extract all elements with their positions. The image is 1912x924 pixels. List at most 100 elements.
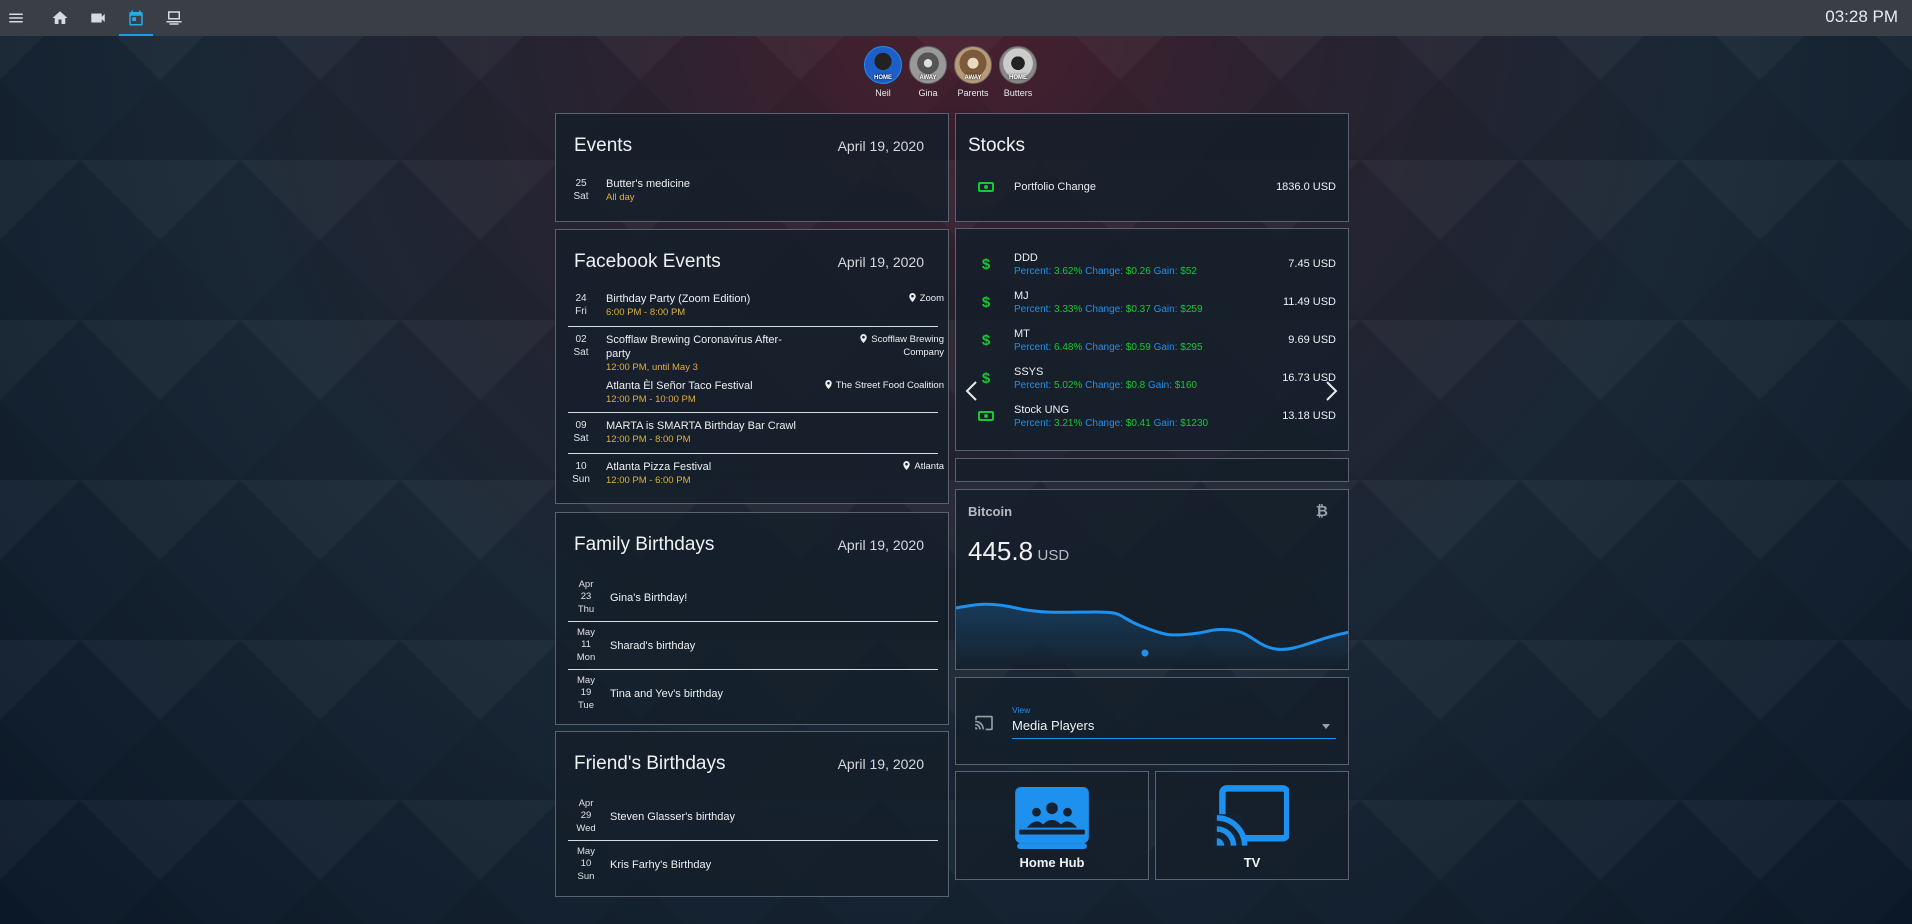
tab-devices[interactable]	[155, 0, 193, 36]
stock-symbol: MJ	[1014, 289, 1029, 302]
stock-value: 9.69 USD	[1288, 334, 1336, 346]
person-name: Parents	[957, 88, 989, 98]
stock-symbol: MT	[1014, 327, 1030, 340]
status-badge: HOME	[1009, 75, 1027, 81]
event-body: Scofflaw Brewing Coronavirus After-party…	[606, 333, 791, 379]
stock-detail: Percent: 3.33% Change: $0.37 Gain: $259	[1014, 303, 1203, 315]
bitcoin-reading: 445.8 USD	[968, 536, 1069, 567]
tab-calendar[interactable]	[117, 0, 155, 36]
select-label: View	[1012, 705, 1031, 715]
dollar-icon: $	[981, 255, 991, 273]
select-value: Media Players	[1012, 718, 1095, 733]
stocks-list-card: $ DDD Percent: 3.62% Change: $0.26 Gain:…	[955, 228, 1349, 451]
person-name: Gina	[918, 88, 938, 98]
bitcoin-card[interactable]: Bitcoin ₿ 445.8 USD	[955, 489, 1349, 670]
facebook-events-card: Facebook Events April 19, 2020 24 Fri Bir…	[555, 229, 949, 504]
dropdown-arrow-icon	[1322, 724, 1330, 729]
event-item[interactable]: 10 Sun Atlanta Pizza Festival 12:00 PM - …	[556, 460, 948, 494]
stock-info: SSYS Percent: 5.02% Change: $0.8 Gain: $…	[1014, 365, 1197, 392]
stock-value: 11.49 USD	[1283, 296, 1336, 308]
event-body: MARTA is SMARTA Birthday Bar Crawl 12:00…	[606, 419, 796, 453]
event-item[interactable]: 25 Sat Butter's medicine All day	[568, 177, 936, 204]
stock-row[interactable]: $ DDD Percent: 3.62% Change: $0.26 Gain:…	[956, 245, 1348, 283]
birthday-item[interactable]: May 10 Sun Kris Farhy's Birthday	[556, 841, 948, 888]
event-date: 25 Sat	[573, 178, 589, 202]
card-date: April 19, 2020	[837, 138, 924, 154]
tab-home[interactable]	[41, 0, 79, 36]
event-time: 12:00 PM - 8:00 PM	[606, 434, 691, 445]
birthday-item[interactable]: Apr 23 Thu Gina's Birthday!	[556, 574, 948, 621]
stock-detail: Percent: 3.62% Change: $0.26 Gain: $52	[1014, 265, 1197, 277]
person-name: Neil	[875, 88, 891, 98]
stock-value: 13.18 USD	[1282, 410, 1336, 422]
birthday-name: Sharad's birthday	[610, 639, 696, 652]
bitcoin-value: 445.8	[968, 536, 1034, 566]
event-body: Atlanta Pizza Festival 12:00 PM - 6:00 P…	[606, 460, 711, 494]
friend-birthdays-card: Friend's Birthdays April 19, 2020 Apr 29 W…	[555, 731, 949, 897]
portfolio-row[interactable]: Portfolio Change 1836.0 USD	[956, 168, 1348, 206]
stock-value: 7.45 USD	[1288, 258, 1336, 270]
tile-label: Home Hub	[1019, 855, 1085, 870]
birthday-name: Gina's Birthday!	[610, 591, 688, 604]
tv-tile[interactable]: TV	[1155, 771, 1349, 880]
home-hub-tile[interactable]: Home Hub	[955, 771, 1149, 880]
stock-info: Stock UNG Percent: 3.21% Change: $0.41 G…	[1014, 403, 1208, 430]
card-title: Family Birthdays	[574, 534, 715, 555]
event-name: Atlanta Èl Señor Taco Festival	[606, 380, 753, 392]
home-icon	[52, 11, 68, 24]
laptop-icon	[166, 11, 182, 25]
person-badge[interactable]: HOME Butters	[999, 46, 1037, 98]
event-item[interactable]: 09 Sat MARTA is SMARTA Birthday Bar Crawl…	[556, 419, 948, 453]
cast-icon	[1215, 785, 1289, 848]
event-item[interactable]: 02 Sat Scofflaw Brewing Coronavirus After…	[556, 333, 948, 379]
event-time: 12:00 PM, until May 3	[606, 362, 698, 373]
empty-card	[955, 458, 1349, 482]
birthday-date: May 19 Tue	[577, 674, 595, 711]
avatar: HOME	[864, 46, 902, 84]
event-name: Butter's medicine	[606, 178, 691, 190]
view-select[interactable]: View Media Players	[1012, 705, 1336, 739]
event-item[interactable]: 24 Fri Birthday Party (Zoom Edition) 6:00…	[556, 292, 948, 326]
map-marker-icon	[908, 293, 916, 302]
stock-row[interactable]: $ SSYS Percent: 5.02% Change: $0.8 Gain:…	[956, 359, 1348, 397]
divider	[568, 412, 938, 413]
card-title: Stocks	[968, 135, 1026, 156]
stock-row[interactable]: $ MT Percent: 6.48% Change: $0.59 Gain: …	[956, 321, 1348, 359]
status-badge: AWAY	[964, 75, 982, 81]
portfolio-label: Portfolio Change	[1014, 181, 1096, 193]
events-card: Events April 19, 2020 25 Sat Butter's med…	[555, 113, 949, 222]
event-name: Atlanta Pizza Festival	[606, 461, 712, 473]
bitcoin-sparkline	[956, 602, 1348, 669]
event-date: 02 Sat	[573, 334, 589, 358]
stock-detail: Percent: 6.48% Change: $0.59 Gain: $295	[1014, 341, 1203, 353]
event-body: Atlanta Èl Señor Taco Festival 12:00 PM …	[606, 379, 753, 407]
event-item[interactable]: Atlanta Èl Señor Taco Festival 12:00 PM …	[556, 379, 948, 407]
chevron-left-icon	[965, 381, 977, 401]
bitcoin-label: Bitcoin	[968, 504, 1013, 519]
event-date: 10 Sun	[572, 461, 590, 485]
dollar-icon: $	[981, 331, 991, 349]
event-location: Scofflaw Brewing Company	[834, 333, 944, 359]
family-birthdays-card: Family Birthdays April 19, 2020 Apr 23 Thu…	[555, 512, 949, 725]
event-date	[568, 379, 594, 407]
event-time: 12:00 PM - 6:00 PM	[606, 475, 691, 486]
person-badge[interactable]: HOME Neil	[864, 46, 902, 98]
carousel-prev-button[interactable]	[964, 380, 978, 402]
birthday-item[interactable]: May 11 Mon Sharad's birthday	[556, 622, 948, 669]
divider	[568, 453, 938, 454]
menu-icon	[9, 13, 23, 23]
person-badge[interactable]: AWAY Parents	[954, 46, 992, 98]
card-date: April 19, 2020	[837, 756, 924, 772]
avatar: AWAY	[909, 46, 947, 84]
stock-row[interactable]: $ MJ Percent: 3.33% Change: $0.37 Gain: …	[956, 283, 1348, 321]
menu-button[interactable]	[0, 0, 32, 36]
stock-row[interactable]: Stock UNG Percent: 3.21% Change: $0.41 G…	[956, 397, 1348, 435]
calendar-icon	[129, 10, 143, 26]
birthday-item[interactable]: May 19 Tue Tina and Yev's birthday	[556, 670, 948, 717]
card-date: April 19, 2020	[837, 537, 924, 553]
tab-cameras[interactable]	[79, 0, 117, 36]
birthday-item[interactable]: Apr 29 Wed Steven Glasser's birthday	[556, 793, 948, 840]
carousel-next-button[interactable]	[1325, 380, 1339, 402]
person-badge[interactable]: AWAY Gina	[909, 46, 947, 98]
event-time: 6:00 PM - 8:00 PM	[606, 307, 686, 318]
